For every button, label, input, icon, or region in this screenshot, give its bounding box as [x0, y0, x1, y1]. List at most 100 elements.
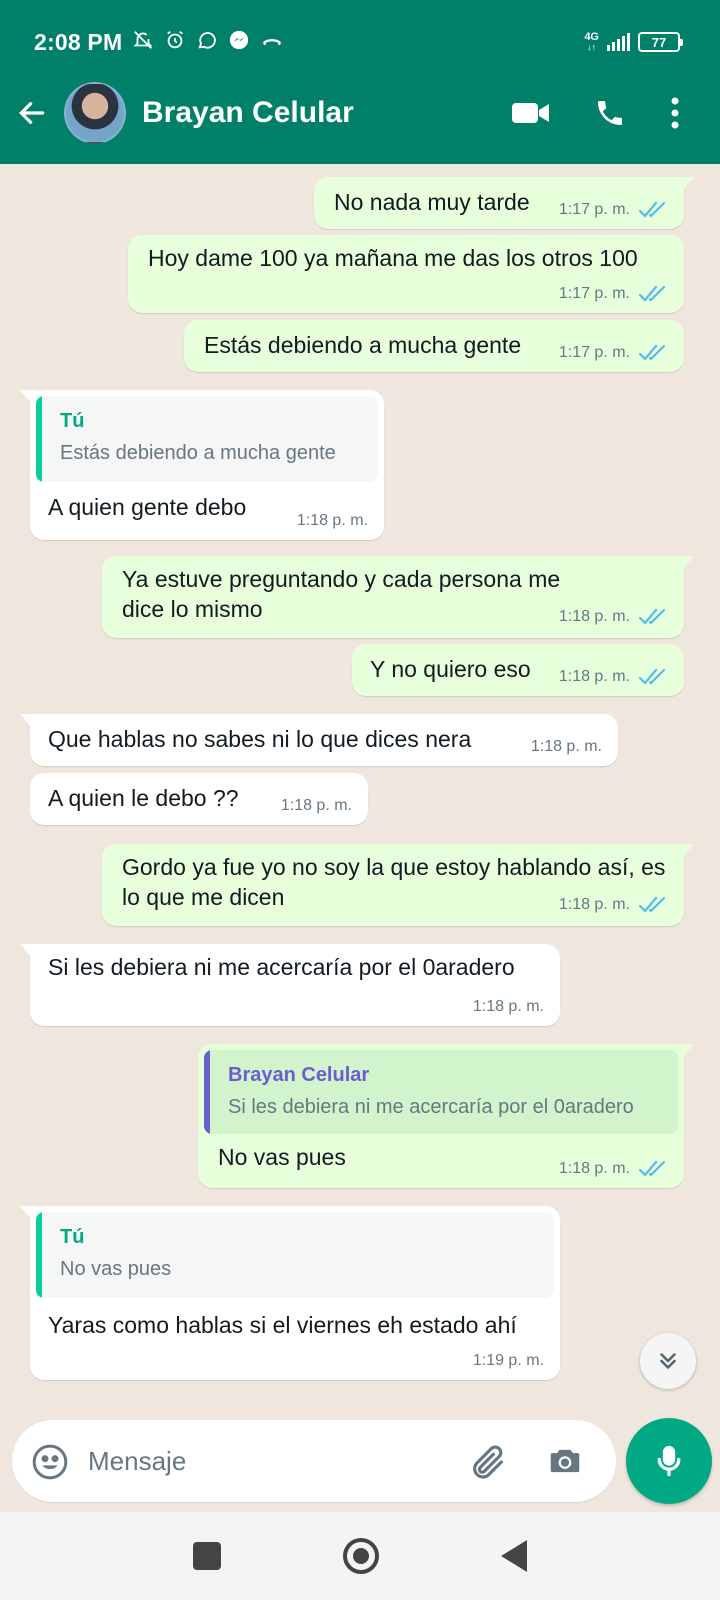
contact-avatar[interactable]: [64, 82, 126, 144]
chat-messages[interactable]: No nada muy tarde 1:17 p. m. Hoy dame 10…: [0, 164, 720, 1394]
alarm-icon: [164, 29, 186, 55]
quoted-message[interactable]: Brayan Celular Si les debiera ni me acer…: [204, 1050, 678, 1134]
quote-author: Tú: [60, 410, 85, 432]
status-time: 2:08 PM: [34, 28, 123, 55]
mic-button[interactable]: [626, 1418, 712, 1504]
message-time: 1:18 p. m.: [530, 738, 602, 755]
message-text: Que hablas no sabes ni lo que dices nera: [48, 726, 472, 752]
message-outgoing[interactable]: Estás debiendo a mucha gente 1:17 p. m.: [184, 320, 684, 372]
message-text: Si les debiera ni me acercaría por el 0a…: [48, 954, 515, 980]
mute-icon: [132, 29, 154, 55]
message-outgoing[interactable]: Ya estuve preguntando y cada persona me …: [102, 556, 694, 638]
message-meta: 1:18 p. m.: [559, 668, 668, 686]
message-time: 1:18 p. m.: [558, 608, 630, 625]
message-text: No nada muy tarde: [334, 189, 530, 215]
double-check-icon: [638, 608, 668, 626]
quote-text: Estás debiendo a mucha gente: [60, 442, 336, 464]
message-text: A quien gente debo: [48, 494, 247, 520]
message-outgoing[interactable]: Hoy dame 100 ya mañana me das los otros …: [128, 235, 684, 313]
double-check-icon: [638, 1160, 668, 1178]
quote-bar: [204, 1050, 210, 1134]
message-meta: 1:18 p. m.: [531, 738, 602, 756]
message-text: Hoy dame 100 ya mañana me das los otros …: [148, 245, 638, 271]
message-incoming[interactable]: Tú Estás debiendo a mucha gente A quien …: [20, 390, 384, 540]
attach-icon[interactable]: [468, 1442, 508, 1487]
message-outgoing[interactable]: Gordo ya fue yo no soy la que estoy habl…: [102, 844, 694, 926]
quote-author: Tú: [60, 1226, 85, 1248]
mic-icon: [657, 1445, 681, 1477]
quote-text: No vas pues: [60, 1258, 172, 1280]
scroll-to-bottom-button[interactable]: [640, 1333, 696, 1389]
home-icon[interactable]: [343, 1538, 379, 1574]
network-indicator: 4G ↓↑: [584, 31, 599, 53]
phone-icon[interactable]: [594, 97, 626, 129]
message-time: 1:17 p. m.: [558, 201, 630, 218]
message-time: 1:18 p. m.: [472, 998, 544, 1015]
message-meta: 1:18 p. m.: [473, 998, 544, 1016]
message-time: 1:18 p. m.: [558, 668, 630, 685]
message-text: Estás debiendo a mucha gente: [204, 332, 522, 358]
status-bar: 2:08 PM 4G ↓↑ 77: [34, 24, 683, 60]
quote-bar: [36, 396, 42, 482]
back-arrow-icon[interactable]: [14, 95, 50, 131]
message-input[interactable]: [88, 1436, 468, 1486]
signal-icon: [607, 33, 630, 51]
chat-header: Brayan Celular: [0, 78, 720, 148]
message-incoming[interactable]: Tú No vas pues Yaras como hablas si el v…: [20, 1206, 560, 1380]
message-text: No vas pues: [218, 1144, 346, 1170]
double-check-icon: [638, 344, 668, 362]
message-outgoing[interactable]: Brayan Celular Si les debiera ni me acer…: [198, 1044, 694, 1188]
message-meta: 1:17 p. m.: [559, 285, 668, 303]
message-incoming[interactable]: Que hablas no sabes ni lo que dices nera…: [20, 714, 618, 766]
contact-name[interactable]: Brayan Celular: [142, 96, 354, 130]
double-check-icon: [638, 201, 668, 219]
message-time: 1:18 p. m.: [296, 512, 368, 529]
message-meta: 1:18 p. m.: [281, 797, 352, 815]
double-check-icon: [638, 668, 668, 686]
message-outgoing[interactable]: No nada muy tarde 1:17 p. m.: [314, 177, 694, 229]
message-text: Y no quiero eso: [370, 656, 531, 682]
message-meta: 1:18 p. m.: [559, 1160, 668, 1178]
message-time: 1:18 p. m.: [558, 896, 630, 913]
message-incoming[interactable]: A quien le debo ?? 1:18 p. m.: [30, 773, 368, 825]
double-check-icon: [638, 285, 668, 303]
message-text: Ya estuve preguntando y cada persona me …: [122, 566, 561, 622]
message-meta: 1:17 p. m.: [559, 344, 668, 362]
double-check-icon: [638, 896, 668, 914]
messenger-icon: [228, 29, 250, 55]
video-call-icon[interactable]: [512, 100, 550, 126]
message-time: 1:18 p. m.: [558, 1160, 630, 1177]
quoted-message[interactable]: Tú Estás debiendo a mucha gente: [36, 396, 378, 482]
message-time: 1:18 p. m.: [280, 797, 352, 814]
more-options-icon[interactable]: [670, 97, 680, 129]
message-meta: 1:19 p. m.: [473, 1352, 544, 1370]
system-navigation-bar: [0, 1512, 720, 1600]
recent-apps-icon[interactable]: [193, 1542, 221, 1570]
quote-text: Si les debiera ni me acercaría por el 0a…: [228, 1096, 634, 1118]
app-header: 2:08 PM 4G ↓↑ 77 Brayan Celular: [0, 0, 720, 164]
quote-author: Brayan Celular: [228, 1064, 370, 1086]
message-meta: 1:17 p. m.: [559, 201, 668, 219]
message-time: 1:17 p. m.: [558, 285, 630, 302]
message-incoming[interactable]: Si les debiera ni me acercaría por el 0a…: [20, 944, 560, 1026]
quote-bar: [36, 1212, 42, 1298]
message-meta: 1:18 p. m.: [559, 896, 668, 914]
message-composer: [12, 1420, 616, 1502]
message-time: 1:19 p. m.: [472, 1352, 544, 1369]
whatsapp-icon: [196, 29, 218, 55]
emoji-icon[interactable]: [30, 1442, 70, 1487]
chevron-down-icon: [660, 1353, 676, 1369]
message-text: A quien le debo ??: [48, 785, 239, 811]
message-outgoing[interactable]: Y no quiero eso 1:18 p. m.: [352, 644, 684, 696]
message-meta: 1:18 p. m.: [559, 608, 668, 626]
notification-icons: [132, 29, 284, 55]
missed-call-icon: [260, 29, 284, 55]
quoted-message[interactable]: Tú No vas pues: [36, 1212, 554, 1298]
data-arrows-icon: ↓↑: [587, 42, 597, 52]
back-icon[interactable]: [501, 1540, 527, 1572]
message-text: Yaras como hablas si el viernes eh estad…: [48, 1312, 517, 1338]
camera-icon[interactable]: [546, 1442, 584, 1485]
battery-icon: 77: [638, 32, 683, 52]
message-meta: 1:18 p. m.: [297, 512, 368, 530]
message-time: 1:17 p. m.: [558, 344, 630, 361]
